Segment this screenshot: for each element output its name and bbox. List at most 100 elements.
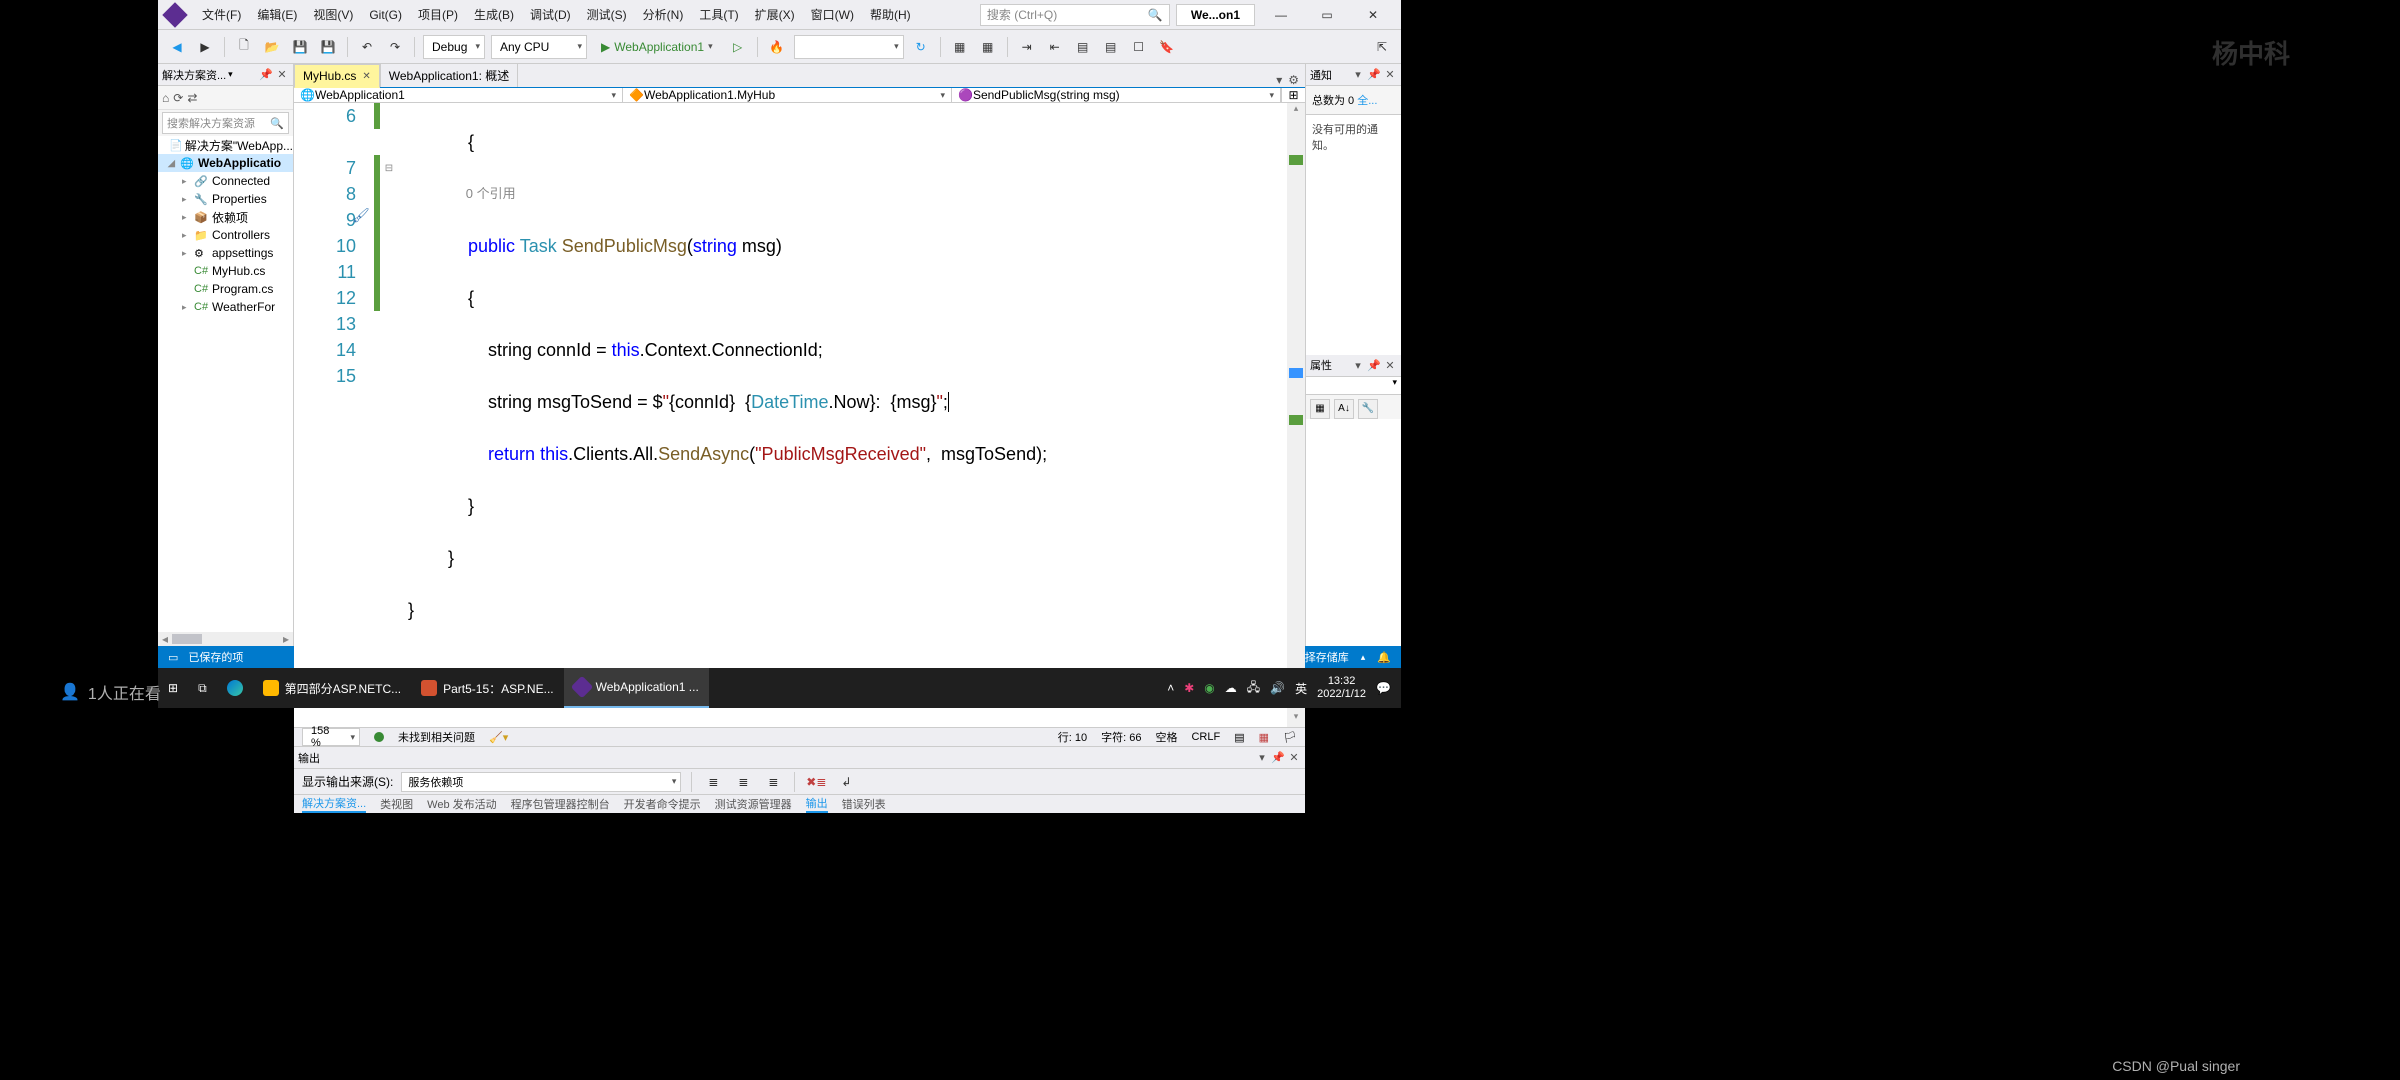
- taskbar-explorer[interactable]: 第四部分ASP.NETC...: [253, 668, 411, 708]
- config-combo[interactable]: Debug: [423, 35, 485, 59]
- close-icon[interactable]: ✕: [1383, 68, 1397, 81]
- bell-icon[interactable]: 🔔: [1377, 651, 1391, 664]
- tab-myhub[interactable]: MyHub.cs✕: [294, 64, 380, 88]
- menu-analyze[interactable]: 分析(N): [637, 2, 690, 27]
- st-icon-b[interactable]: ▦: [1259, 731, 1269, 744]
- pin-icon[interactable]: 📌: [1367, 68, 1381, 81]
- close-button[interactable]: ✕: [1353, 3, 1393, 27]
- tray-ime[interactable]: 英: [1295, 680, 1307, 697]
- menu-view[interactable]: 视图(V): [307, 2, 359, 27]
- menu-file[interactable]: 文件(F): [196, 2, 247, 27]
- save-all-button[interactable]: 💾: [317, 36, 339, 58]
- pin-icon[interactable]: 📌: [1271, 751, 1285, 764]
- notifications-header[interactable]: 通知 ▾📌✕: [1306, 64, 1401, 86]
- nav-back-button[interactable]: ◀: [166, 36, 188, 58]
- pin-icon[interactable]: 📌: [1367, 359, 1381, 372]
- taskbar-edge[interactable]: [217, 668, 253, 708]
- menu-git[interactable]: Git(G): [363, 4, 408, 26]
- btab-classview[interactable]: 类视图: [380, 796, 413, 812]
- editor-vscroll[interactable]: ▴ ▾: [1287, 103, 1305, 727]
- out-clear-icon[interactable]: ✖≣: [805, 771, 827, 793]
- hot-reload-button[interactable]: 🔥: [766, 36, 788, 58]
- nav-project-combo[interactable]: 🌐 WebApplication1: [294, 88, 623, 102]
- code-content[interactable]: { 0 个引用 public Task SendPublicMsg(string…: [398, 103, 1287, 727]
- refresh-button[interactable]: ↻: [910, 36, 932, 58]
- chevron-down-icon[interactable]: ▾: [1351, 68, 1365, 81]
- output-header[interactable]: 输出 ▾📌✕: [294, 747, 1305, 769]
- props-cat-icon[interactable]: ▦: [1310, 399, 1330, 419]
- btab-solx[interactable]: 解决方案资...: [302, 795, 366, 813]
- sx-search-input[interactable]: 搜索解决方案资源🔍: [162, 112, 289, 134]
- nav-class-combo[interactable]: 🔶 WebApplication1.MyHub: [623, 88, 952, 102]
- nav-fwd-button[interactable]: ▶: [194, 36, 216, 58]
- tray-notif-icon[interactable]: 💬: [1376, 681, 1391, 695]
- chevron-down-icon[interactable]: ▾: [1255, 751, 1269, 764]
- sx-hscroll[interactable]: ◂▸: [158, 632, 293, 646]
- btab-devcmd[interactable]: 开发者命令提示: [624, 796, 701, 812]
- chevron-down-icon[interactable]: ▾: [1351, 359, 1365, 372]
- btab-pkgmgr[interactable]: 程序包管理器控制台: [511, 796, 610, 812]
- open-button[interactable]: 📂: [261, 36, 283, 58]
- btab-testexp[interactable]: 测试资源管理器: [715, 796, 792, 812]
- tb-icon-c[interactable]: ⇥: [1016, 36, 1038, 58]
- btab-errorlist[interactable]: 错误列表: [842, 796, 886, 812]
- cleanup-icon[interactable]: 🧹▾: [489, 731, 508, 744]
- new-project-button[interactable]: 🗋: [233, 36, 255, 58]
- code-editor[interactable]: 6 7 8 9 10 11 12 13 14 15 🖌 ⊟: [294, 103, 1305, 727]
- task-view-button[interactable]: ⧉: [188, 668, 217, 708]
- out-icon-c[interactable]: ≣: [762, 771, 784, 793]
- solution-tree[interactable]: 📄解决方案"WebApp... ◢🌐WebApplicatio ▸🔗Connec…: [158, 136, 293, 632]
- props-wrench-icon[interactable]: 🔧: [1358, 399, 1378, 419]
- btab-webpub[interactable]: Web 发布活动: [427, 796, 496, 812]
- tab-overview[interactable]: WebApplication1: 概述: [380, 63, 519, 87]
- out-icon-a[interactable]: ≣: [702, 771, 724, 793]
- tray-cloud-icon[interactable]: ☁: [1225, 681, 1237, 695]
- st-icon-a[interactable]: ▤: [1234, 731, 1244, 744]
- menu-test[interactable]: 测试(S): [581, 2, 633, 27]
- tray-net-icon[interactable]: 🖧: [1247, 678, 1260, 699]
- undo-button[interactable]: ↶: [356, 36, 378, 58]
- solution-explorer-header[interactable]: 解决方案资...▾ 📌✕: [158, 64, 293, 86]
- menu-tools[interactable]: 工具(T): [693, 2, 744, 27]
- tb-icon-d[interactable]: ⇤: [1044, 36, 1066, 58]
- save-button[interactable]: 💾: [289, 36, 311, 58]
- tray-vol-icon[interactable]: 🔊: [1270, 681, 1285, 695]
- tray-icon-a[interactable]: ✱: [1184, 681, 1194, 695]
- menu-extensions[interactable]: 扩展(X): [749, 2, 801, 27]
- taskbar-vs[interactable]: WebApplication1 ...: [564, 668, 709, 708]
- fold-gutter[interactable]: ⊟: [380, 103, 398, 727]
- browser-combo[interactable]: [794, 35, 904, 59]
- menu-build[interactable]: 生成(B): [468, 2, 520, 27]
- solution-name-label[interactable]: We...on1: [1176, 4, 1255, 26]
- sx-switch-icon[interactable]: ⇄: [187, 91, 197, 105]
- global-search-input[interactable]: 搜索 (Ctrl+Q) 🔍: [980, 4, 1170, 26]
- tray-clock[interactable]: 13:322022/1/12: [1317, 675, 1366, 701]
- tb-icon-f[interactable]: ▤: [1100, 36, 1122, 58]
- btab-output[interactable]: 输出: [806, 795, 828, 813]
- tray-chevron-icon[interactable]: ˄: [1167, 681, 1174, 695]
- start-nodebug-button[interactable]: ▷: [727, 36, 749, 58]
- out-wrap-icon[interactable]: ↲: [835, 771, 857, 793]
- maximize-button[interactable]: ▭: [1307, 3, 1347, 27]
- system-tray[interactable]: ˄ ✱ ◉ ☁ 🖧 🔊 英 13:322022/1/12 💬: [1157, 675, 1401, 701]
- line-label[interactable]: 行: 10: [1058, 729, 1087, 745]
- redo-button[interactable]: ↷: [384, 36, 406, 58]
- start-button[interactable]: ⊞: [158, 668, 188, 708]
- char-label[interactable]: 字符: 66: [1101, 729, 1141, 745]
- sx-sync-icon[interactable]: ⟳: [173, 91, 183, 105]
- props-az-icon[interactable]: A↓: [1334, 399, 1354, 419]
- minimize-button[interactable]: —: [1261, 3, 1301, 27]
- zoom-combo[interactable]: 158 %: [302, 728, 360, 746]
- tab-settings-icon[interactable]: ⚙: [1288, 73, 1299, 87]
- issues-label[interactable]: 未找到相关问题: [398, 729, 475, 745]
- platform-combo[interactable]: Any CPU: [491, 35, 587, 59]
- menu-debug[interactable]: 调试(D): [524, 2, 577, 27]
- tray-icon-b[interactable]: ◉: [1204, 681, 1214, 695]
- menu-window[interactable]: 窗口(W): [805, 2, 860, 27]
- out-icon-b[interactable]: ≣: [732, 771, 754, 793]
- output-source-combo[interactable]: 服务依赖项: [401, 772, 681, 792]
- start-debug-button[interactable]: ▶WebApplication1▾: [593, 40, 721, 54]
- tb-icon-e[interactable]: ▤: [1072, 36, 1094, 58]
- tb-icon-a[interactable]: ▦: [949, 36, 971, 58]
- eol-label[interactable]: CRLF: [1191, 731, 1220, 743]
